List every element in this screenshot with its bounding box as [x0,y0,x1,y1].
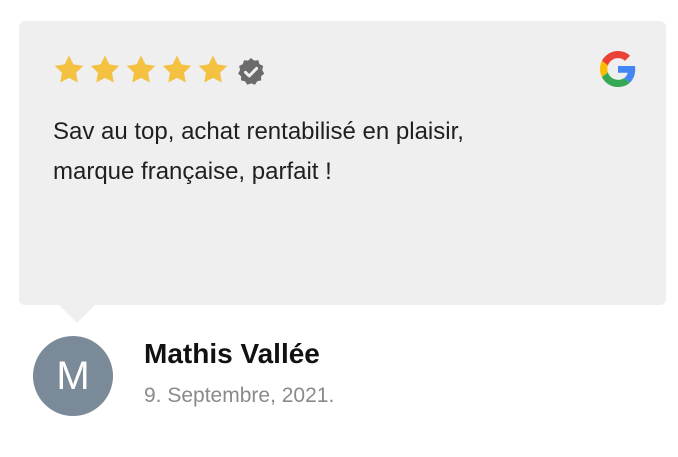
star-icon [124,53,158,87]
star-icon [196,53,230,87]
review-card: Sav au top, achat rentabilisé en plaisir… [19,21,666,323]
review-text-line: marque française, parfait ! [53,158,332,185]
star-icon [160,53,194,87]
author-name: Mathis Vallée [144,338,320,369]
star-icon [88,53,122,87]
review-date: 9. Septembre, 2021. [144,384,335,407]
review-text-line: Sav au top, achat rentabilisé en plaisir… [53,118,464,145]
google-icon [600,51,636,87]
verified-badge-icon [235,56,267,88]
star-icon [52,53,86,87]
avatar: M [33,336,113,416]
review-text: Sav au top, achat rentabilisé en plaisir… [53,112,613,192]
star-rating [52,53,230,87]
